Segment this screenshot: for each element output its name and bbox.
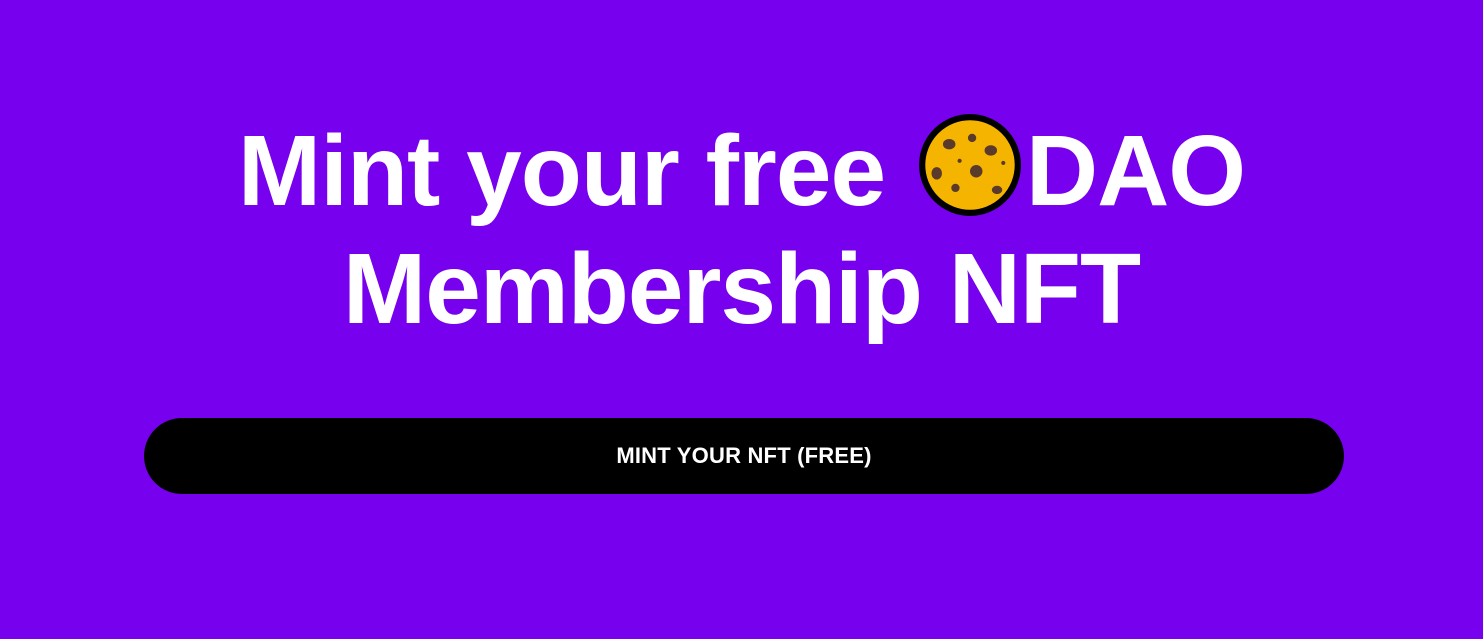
title-line2: Membership NFT bbox=[342, 233, 1141, 345]
cookie-icon bbox=[918, 113, 1022, 217]
title-line1-suffix: DAO bbox=[1025, 115, 1246, 227]
page-title: Mint your free DAO Membership NFT bbox=[0, 112, 1483, 348]
title-line1: Mint your free bbox=[237, 115, 886, 227]
hero-section: Mint your free DAO Membership NFT bbox=[0, 112, 1483, 348]
mint-nft-button[interactable]: MINT YOUR NFT (FREE) bbox=[144, 418, 1344, 494]
